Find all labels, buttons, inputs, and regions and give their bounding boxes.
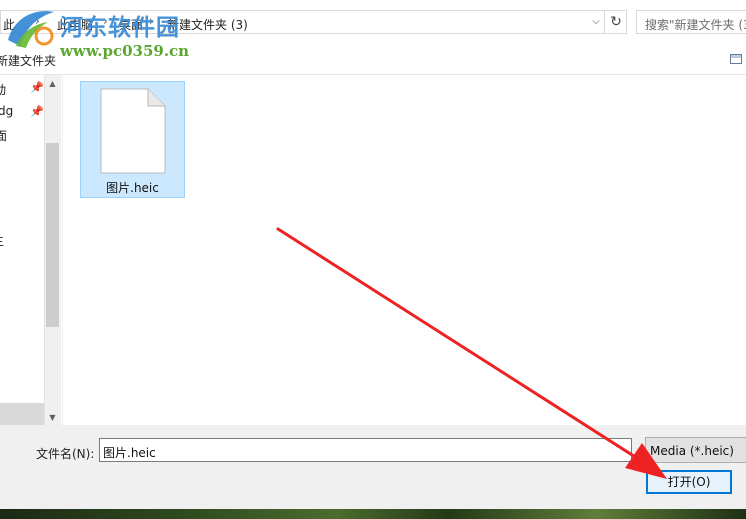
- nav-scrollbar-thumb[interactable]: [46, 143, 59, 327]
- file-item[interactable]: 图片.heic: [80, 81, 185, 198]
- refresh-icon[interactable]: ↻: [604, 11, 627, 33]
- pin-icon[interactable]: 📌: [30, 82, 44, 94]
- nav-selected-item[interactable]: [0, 403, 44, 425]
- desktop-background: [0, 509, 746, 519]
- filename-input[interactable]: 图片.heic: [99, 438, 632, 462]
- file-name-label: 图片.heic: [106, 181, 159, 195]
- watermark-url: www.pc0359.cn: [60, 42, 190, 60]
- scroll-up-arrow-icon[interactable]: ▲: [46, 79, 59, 88]
- watermark-logo-icon: [8, 11, 54, 48]
- search-input[interactable]: 搜索"新建文件夹 (3: [636, 10, 746, 34]
- nav-item[interactable]: dg: [0, 104, 13, 118]
- pin-icon[interactable]: 📌: [30, 106, 44, 118]
- nav-item[interactable]: 主: [0, 232, 4, 249]
- view-options-icon[interactable]: [730, 54, 742, 64]
- new-folder-button[interactable]: 新建文件夹: [0, 52, 56, 69]
- scroll-down-arrow-icon[interactable]: ▼: [46, 413, 59, 422]
- filetype-select[interactable]: Media (*.heic): [645, 437, 746, 463]
- navigation-pane: 动 📌 dg 📌 面 主 ▲ ▼: [0, 75, 62, 425]
- nav-item[interactable]: 动: [0, 81, 6, 98]
- search-placeholder: 搜索"新建文件夹 (3: [645, 18, 746, 32]
- watermark-title: 河东软件园: [60, 14, 180, 41]
- file-list: 图片.heic: [63, 75, 746, 425]
- open-button[interactable]: 打开(O): [646, 470, 732, 494]
- filetype-value: Media (*.heic): [650, 444, 734, 458]
- filename-value: 图片.heic: [103, 446, 156, 460]
- chevron-down-icon[interactable]: ⌵: [588, 14, 604, 30]
- filename-label: 文件名(N):: [36, 447, 95, 461]
- dialog-footer: 文件名(N): 图片.heic Media (*.heic) 打开(O): [0, 425, 746, 509]
- file-icon: [100, 88, 166, 174]
- nav-item[interactable]: 面: [0, 127, 7, 144]
